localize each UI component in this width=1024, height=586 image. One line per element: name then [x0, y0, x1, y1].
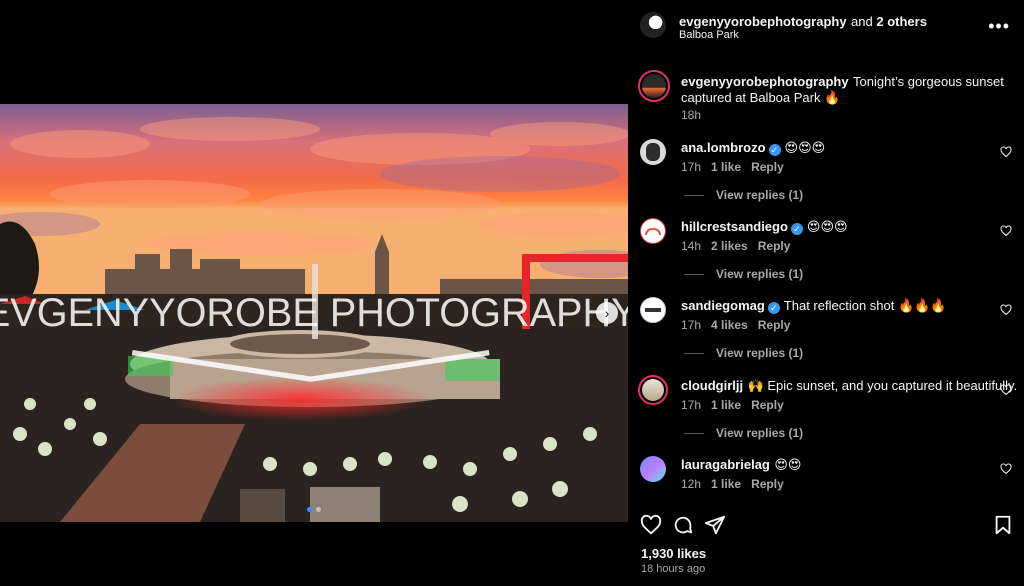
svg-text:EVGENYYOROBE PHOTOGRAPHY: EVGENYYOROBE PHOTOGRAPHY: [0, 291, 628, 335]
heart-icon[interactable]: [1000, 463, 1012, 475]
comment-text: 😍😍😍: [806, 219, 848, 234]
comment-username[interactable]: hillcrestsandiego: [681, 219, 788, 234]
comment-meta: 17h 1 like Reply: [681, 160, 784, 174]
comment-username[interactable]: lauragabrielag: [681, 457, 770, 472]
likes-count[interactable]: 1,930 likes: [641, 546, 706, 561]
comment-text: 😍😍: [774, 457, 802, 472]
heart-icon[interactable]: [1000, 384, 1012, 396]
location-link[interactable]: Balboa Park: [679, 29, 739, 41]
heart-icon[interactable]: [1000, 304, 1012, 316]
post-photo[interactable]: EVGENYYOROBE PHOTOGRAPHY ›: [0, 104, 628, 522]
comment-line: hillcrestsandiego ✓ 😍😍😍: [681, 218, 848, 236]
comment-meta: 17h 1 like Reply: [681, 398, 784, 412]
action-bar: [628, 510, 1024, 540]
verified-badge-icon: ✓: [768, 144, 781, 156]
comment-line: ana.lombrozo ✓ 😍😍😍: [681, 139, 825, 157]
heart-icon[interactable]: [640, 514, 662, 536]
comment-likes[interactable]: 1 like: [711, 477, 741, 491]
reply-button[interactable]: Reply: [758, 318, 791, 332]
comment-line: lauragabrielag 😍😍: [681, 456, 801, 474]
commenter-avatar[interactable]: [640, 297, 666, 323]
comment-time: 17h: [681, 318, 702, 332]
more-options-icon[interactable]: •••: [988, 16, 1010, 37]
caption-author-avatar[interactable]: [638, 70, 670, 102]
comment-meta: 12h 1 like Reply: [681, 477, 784, 491]
caption: evgenyyorobephotography Tonight’s gorgeo…: [681, 74, 1011, 106]
commenter-avatar[interactable]: [640, 218, 666, 244]
commenter-avatar[interactable]: [638, 375, 668, 405]
verified-badge-icon: ✓: [790, 223, 803, 235]
comment-text: 😍😍😍: [784, 140, 826, 155]
comment-likes[interactable]: 1 like: [711, 160, 741, 174]
chevron-right-icon[interactable]: ›: [596, 302, 618, 324]
comment-meta: 17h 4 likes Reply: [681, 318, 790, 332]
commenter-avatar[interactable]: [640, 139, 666, 165]
comment-username[interactable]: cloudgirljj: [681, 378, 743, 393]
caption-username[interactable]: evgenyyorobephotography: [681, 74, 849, 89]
bookmark-icon[interactable]: [992, 514, 1014, 536]
comment-likes[interactable]: 4 likes: [711, 318, 748, 332]
view-replies-button[interactable]: View replies (1): [684, 188, 803, 202]
comment-text: 🙌 Epic sunset, and you captured it beaut…: [747, 378, 1018, 393]
post-timestamp: 18 hours ago: [641, 563, 706, 575]
post-side-panel: evgenyyorobephotography and 2 others Bal…: [628, 0, 1024, 586]
comment-likes[interactable]: 1 like: [711, 398, 741, 412]
reply-button[interactable]: Reply: [758, 239, 791, 253]
verified-badge-icon: ✓: [767, 302, 780, 314]
author-username[interactable]: evgenyyorobephotography: [679, 14, 847, 29]
send-icon[interactable]: [704, 514, 726, 536]
comment-meta: 14h 2 likes Reply: [681, 239, 790, 253]
photographer-watermark-logo: EVGENYYOROBE PHOTOGRAPHY: [0, 291, 628, 382]
comment-time: 17h: [681, 160, 702, 174]
comment-username[interactable]: ana.lombrozo: [681, 140, 766, 155]
carousel-dot-active: [307, 507, 312, 512]
post-header: evgenyyorobephotography and 2 others Bal…: [628, 0, 1024, 52]
commenter-avatar[interactable]: [640, 456, 666, 482]
comment-time: 14h: [681, 239, 702, 253]
heart-icon[interactable]: [1000, 146, 1012, 158]
heart-icon[interactable]: [1000, 225, 1012, 237]
reply-button[interactable]: Reply: [751, 160, 784, 174]
view-replies-button[interactable]: View replies (1): [684, 267, 803, 281]
comment-likes[interactable]: 2 likes: [711, 239, 748, 253]
comment-text: That reflection shot 🔥🔥🔥: [783, 298, 947, 313]
view-replies-button[interactable]: View replies (1): [684, 426, 803, 440]
view-replies-button[interactable]: View replies (1): [684, 346, 803, 360]
comment-line: sandiegomag ✓ That reflection shot 🔥🔥🔥: [681, 297, 947, 315]
carousel-dot: [316, 507, 321, 512]
comment-line: cloudgirljj 🙌 Epic sunset, and you captu…: [681, 377, 1017, 395]
carousel-dots: [0, 507, 628, 512]
caption-time: 18h: [681, 108, 702, 122]
author-avatar[interactable]: [640, 12, 666, 38]
reply-button[interactable]: Reply: [751, 477, 784, 491]
comment-username[interactable]: sandiegomag: [681, 298, 765, 313]
reply-button[interactable]: Reply: [751, 398, 784, 412]
comment-time: 17h: [681, 398, 702, 412]
and-others-text: and 2 others: [851, 14, 927, 29]
comment-time: 12h: [681, 477, 702, 491]
comment-icon[interactable]: [672, 514, 694, 536]
media-pane: EVGENYYOROBE PHOTOGRAPHY ›: [0, 0, 628, 586]
